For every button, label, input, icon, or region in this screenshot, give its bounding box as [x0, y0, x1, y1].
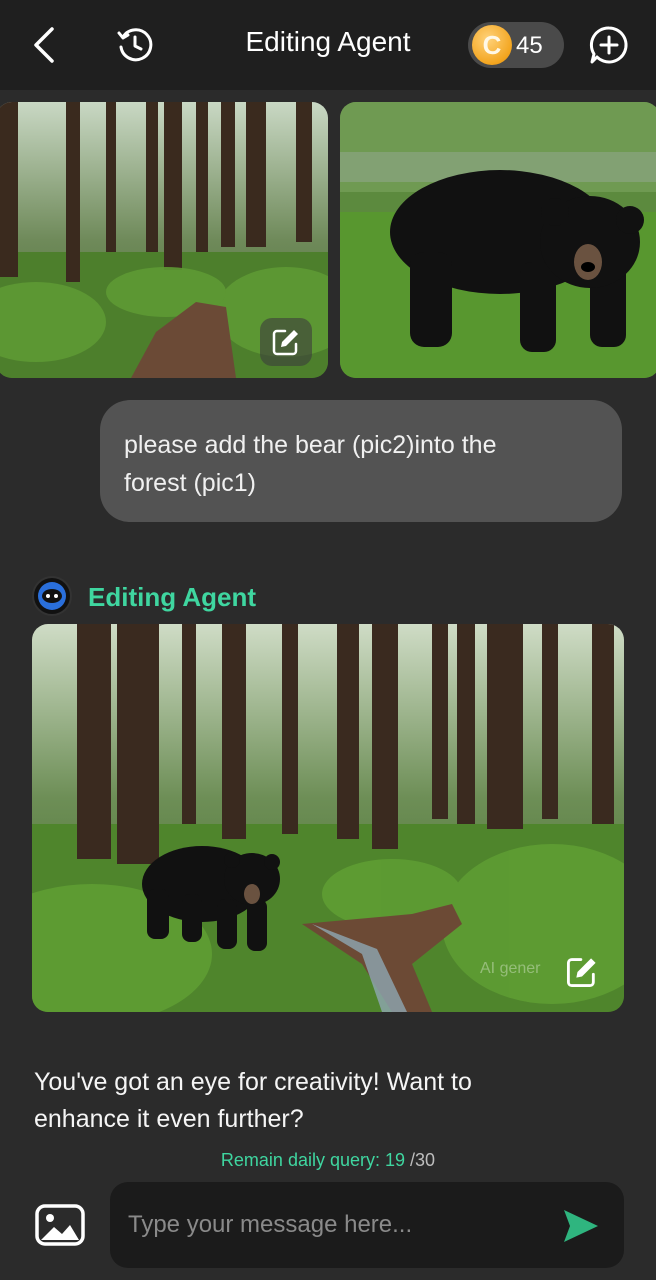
new-chat-icon — [589, 26, 628, 64]
message-input[interactable] — [128, 1204, 548, 1246]
quota-label: Remain daily query: — [220, 1150, 385, 1170]
agent-reply-line: enhance it even further? — [34, 1105, 304, 1133]
user-message-bubble: please add the bear (pic2)into the fores… — [100, 400, 622, 522]
bear-image[interactable] — [340, 102, 656, 378]
daily-quota: Remain daily query: 19 /30 — [0, 1150, 656, 1171]
message-composer — [110, 1182, 624, 1268]
chevron-left-icon — [34, 27, 54, 63]
result-image[interactable] — [32, 624, 624, 1012]
new-chat-button[interactable] — [586, 22, 632, 68]
image-icon — [35, 1204, 85, 1246]
top-bar: Editing Agent C 45 — [0, 0, 656, 90]
coin-count: 45 — [516, 32, 543, 59]
agent-reply-line: You've got an eye for creativity! Want t… — [34, 1068, 472, 1096]
back-button[interactable] — [22, 22, 68, 68]
edit-result-button[interactable] — [556, 948, 608, 996]
agent-reply: You've got an eye for creativity! Want t… — [34, 1064, 594, 1138]
send-icon — [564, 1210, 598, 1242]
coin-balance[interactable]: C 45 — [468, 22, 564, 68]
edit-image-button[interactable] — [260, 318, 312, 366]
edit-icon — [566, 958, 596, 988]
robot-icon — [38, 582, 66, 610]
agent-name: Editing Agent — [88, 582, 257, 612]
watermark: AI gener — [480, 960, 541, 977]
user-message-line: forest (pic1) — [124, 469, 256, 497]
page-title: Editing Agent — [245, 26, 411, 57]
agent-avatar — [32, 576, 72, 616]
edit-icon — [272, 329, 298, 356]
coin-icon: C — [472, 25, 512, 65]
history-button[interactable] — [112, 22, 158, 68]
attach-image-button[interactable] — [34, 1203, 86, 1247]
quota-total: /30 — [405, 1150, 436, 1170]
user-message-line: please add the bear (pic2)into the — [124, 431, 497, 459]
send-button[interactable] — [560, 1206, 600, 1246]
quota-remaining: 19 — [385, 1150, 406, 1170]
history-icon — [117, 28, 153, 62]
